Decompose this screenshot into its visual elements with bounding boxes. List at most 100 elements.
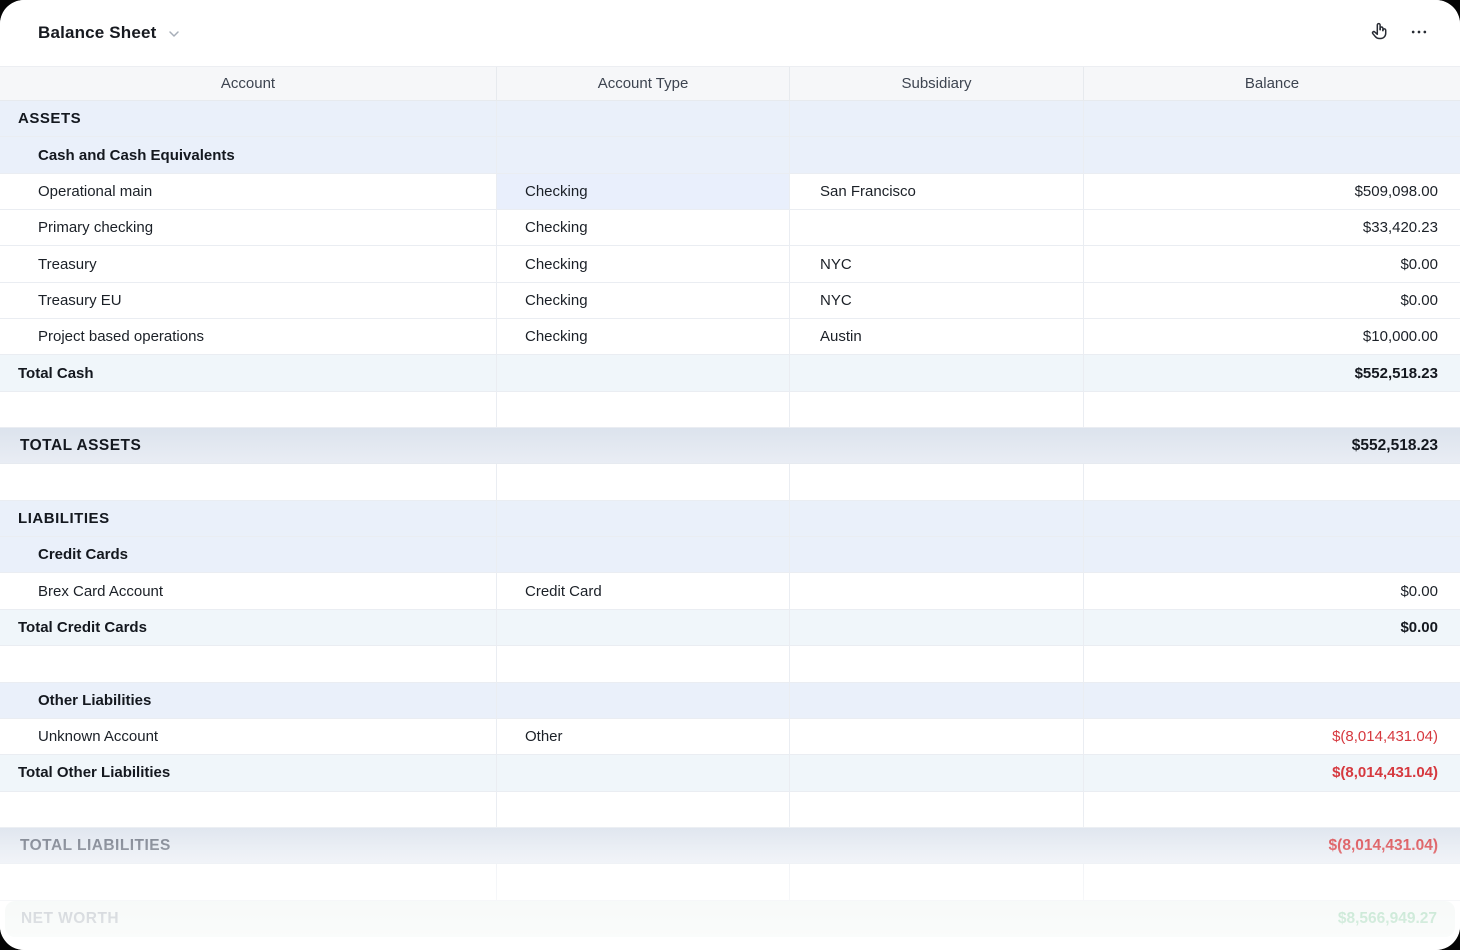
row-balance-value: $552,518.23 [1351,436,1438,454]
cell-account-type[interactable] [497,537,790,574]
cell-balance[interactable]: $552,518.23 [1084,355,1460,392]
cell-balance[interactable]: $33,420.23 [1084,210,1460,247]
cell-account-type[interactable] [497,101,790,138]
cell-subsidiary[interactable]: San Francisco [790,173,1084,211]
row-credit-cards: Credit Cards [0,537,1460,574]
cell-subsidiary[interactable] [790,355,1084,392]
cell-subsidiary[interactable] [790,137,1084,174]
cell-subsidiary[interactable]: NYC [790,246,1084,283]
cell-account-type[interactable] [497,464,790,501]
cell-account[interactable]: Primary checking [0,210,497,247]
table-body: ASSETS Cash and Cash Equivalents Operation… [0,101,1460,937]
cell-account-type[interactable] [497,755,790,792]
cell-account-type[interactable]: Checking [497,246,790,283]
cell-subsidiary[interactable]: Austin [790,319,1084,356]
cell-account[interactable] [0,791,497,828]
row-total-credit-cards: Total Credit Cards $0.00 [0,609,1460,647]
cell-account[interactable] [0,646,497,683]
cell-balance[interactable] [1084,101,1460,138]
cell-balance[interactable] [1084,864,1460,901]
cell-account[interactable]: Cash and Cash Equivalents [0,137,497,174]
cell-balance[interactable]: $0.00 [1084,283,1460,320]
cell-account[interactable]: Total Other Liabilities [0,755,497,792]
chevron-down-icon [166,26,182,42]
column-header-subsidiary: Subsidiary [790,67,1084,100]
cell-account-type[interactable] [497,500,790,538]
cell-subsidiary[interactable] [790,864,1084,901]
cell-balance[interactable] [1084,464,1460,501]
cell-subsidiary[interactable] [790,500,1084,538]
cell-balance[interactable] [1084,537,1460,574]
cell-account-type[interactable] [497,682,790,719]
row-unknown-account: Unknown Account Other $(8,014,431.04) [0,718,1460,756]
cell-balance[interactable]: $0.00 [1084,573,1460,610]
cell-balance[interactable]: $10,000.00 [1084,319,1460,356]
cell-account[interactable] [0,464,497,501]
row-balance-value: $8,566,949.27 [1337,909,1437,927]
cell-account-type[interactable] [497,391,790,429]
cell-balance[interactable] [1084,792,1460,828]
more-options-button[interactable] [1404,18,1434,48]
cell-account-type[interactable]: Checking [497,282,790,320]
cell-subsidiary[interactable] [790,682,1084,719]
cell-balance[interactable]: $(8,014,431.04) [1084,719,1460,756]
cell-subsidiary[interactable] [790,101,1084,138]
cell-balance[interactable] [1084,682,1460,719]
cell-account[interactable]: Other Liabilities [0,682,497,719]
cell-account[interactable]: Credit Cards [0,537,497,574]
cell-account-type[interactable]: Other [497,718,790,756]
report-title-dropdown[interactable]: Balance Sheet [38,23,182,43]
row-total-other-liabilities: Total Other Liabilities $(8,014,431.04) [0,755,1460,792]
cell-account-type[interactable] [497,609,790,647]
cell-account-type[interactable]: Checking [497,319,790,356]
cell-subsidiary[interactable] [790,391,1084,429]
cell-subsidiary[interactable] [790,609,1084,647]
cell-subsidiary[interactable] [790,537,1084,574]
cell-account[interactable]: Project based operations [0,319,497,356]
cell-account[interactable]: Treasury [0,246,497,283]
cell-subsidiary[interactable] [790,718,1084,756]
cell-subsidiary[interactable]: NYC [790,282,1084,320]
row-treasury: Treasury Checking NYC $0.00 [0,246,1460,283]
row-empty [0,464,1460,501]
cell-account-type[interactable] [497,355,790,392]
cell-account-type[interactable] [497,864,790,901]
cell-balance[interactable] [1084,137,1460,174]
cell-account[interactable]: Total Credit Cards [0,609,497,647]
row-empty [0,646,1460,683]
row-total-liabilities[interactable]: TOTAL LIABILITIES $(8,014,431.04) [0,827,1460,865]
cell-account[interactable]: Treasury EU [0,282,497,320]
cell-account[interactable]: LIABILITIES [0,500,497,538]
cell-subsidiary[interactable] [790,464,1084,501]
cell-account[interactable]: ASSETS [0,101,497,138]
cell-account[interactable] [0,864,497,901]
cell-balance[interactable]: $(8,014,431.04) [1084,755,1460,792]
table-header-row: Account Account Type Subsidiary Balance [0,66,1460,101]
cell-balance[interactable]: $509,098.00 [1084,174,1460,211]
cell-subsidiary[interactable] [790,210,1084,247]
cell-account-type[interactable] [497,791,790,828]
cell-account[interactable]: Operational main [0,173,497,211]
cell-balance[interactable] [1084,500,1460,538]
cell-account[interactable]: Brex Card Account [0,573,497,610]
cell-subsidiary[interactable] [790,791,1084,828]
cell-account-type[interactable] [497,137,790,174]
cell-subsidiary[interactable] [790,755,1084,792]
cell-balance[interactable] [1084,646,1460,683]
row-empty [0,391,1460,429]
cell-account[interactable]: Total Cash [0,355,497,392]
cell-account[interactable]: Unknown Account [0,718,497,756]
row-total-assets[interactable]: TOTAL ASSETS $552,518.23 [0,428,1460,465]
cell-account-type[interactable]: Checking [497,210,790,247]
cell-subsidiary[interactable] [790,573,1084,610]
cell-balance[interactable]: $0.00 [1084,246,1460,283]
cell-account-type[interactable]: Checking [497,173,790,211]
cell-account-type[interactable]: Credit Card [497,573,790,610]
cell-balance[interactable]: $0.00 [1084,609,1460,647]
cell-balance[interactable] [1084,392,1460,429]
cell-account-type[interactable] [497,646,790,683]
cell-account[interactable] [0,391,497,429]
hand-pointer-button[interactable] [1364,18,1394,48]
cell-subsidiary[interactable] [790,646,1084,683]
row-net-worth[interactable]: NET WORTH $8,566,949.27 [5,900,1455,937]
